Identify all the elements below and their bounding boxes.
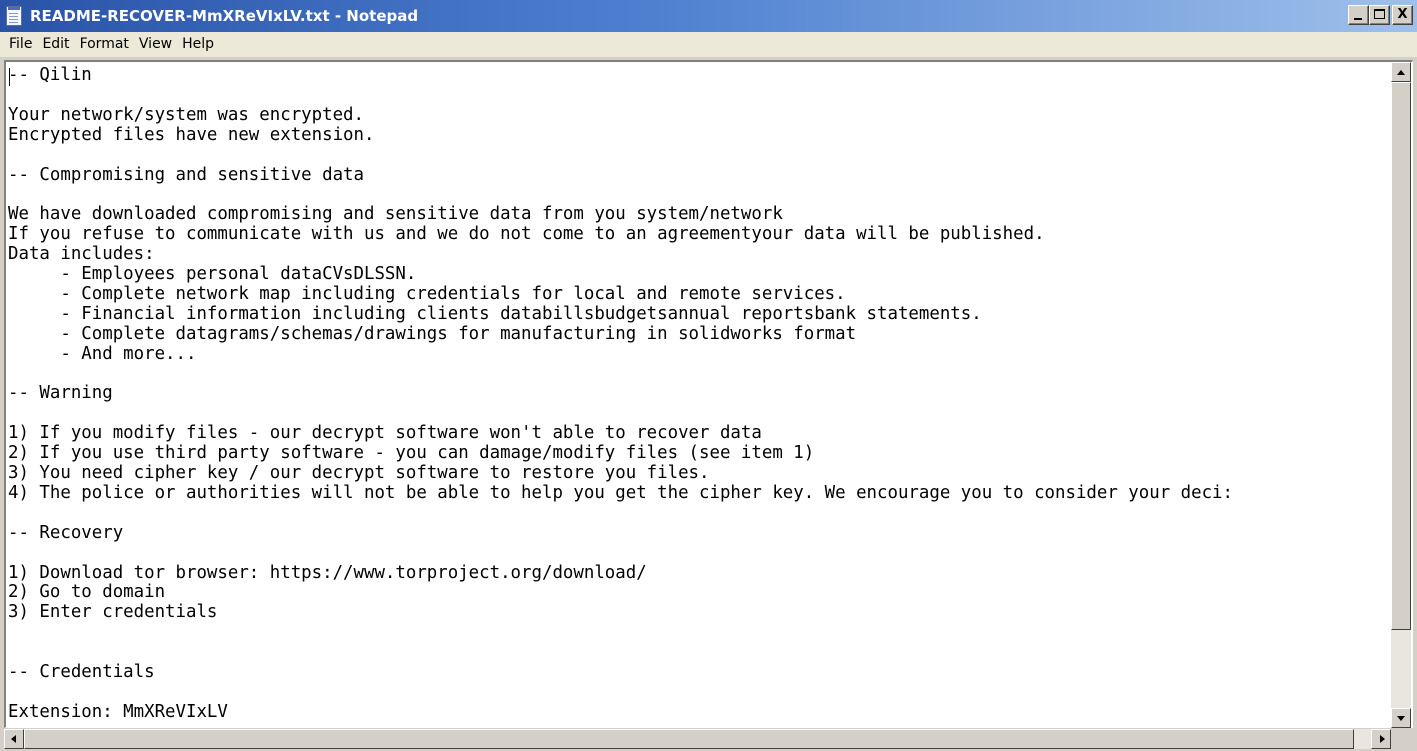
- text-line: -- Qilin: [8, 65, 92, 85]
- scroll-up-button[interactable]: [1391, 62, 1411, 82]
- vertical-scrollbar[interactable]: [1391, 62, 1411, 728]
- text-line: - Financial information including client…: [8, 303, 982, 324]
- notepad-window: README-RECOVER-MmXReVIxLV.txt - Notepad …: [0, 0, 1417, 751]
- text-line: -- Compromising and sensitive data: [8, 164, 364, 185]
- horizontal-scrollbar[interactable]: [4, 729, 1391, 749]
- vertical-scroll-thumb[interactable]: [1391, 82, 1411, 630]
- text-line: We have downloaded compromising and sens…: [8, 204, 783, 225]
- text-line: Data includes:: [8, 244, 155, 265]
- text-line: 4) The police or authorities will not be…: [8, 482, 1233, 503]
- arrow-down-icon: [1397, 716, 1405, 721]
- text-line: If you refuse to communicate with us and…: [8, 224, 1045, 245]
- text-line: -- Recovery: [8, 522, 124, 543]
- text-line: 3) You need cipher key / our decrypt sof…: [8, 463, 710, 483]
- text-line: 2) If you use third party software - you…: [8, 443, 815, 464]
- scroll-right-button[interactable]: [1371, 729, 1391, 749]
- menu-format[interactable]: Format: [75, 32, 134, 57]
- notepad-icon-line: [9, 13, 18, 14]
- menu-file[interactable]: File: [0, 32, 37, 57]
- menu-edit[interactable]: Edit: [37, 32, 74, 57]
- text-line: Extension: MmXReVIxLV: [8, 701, 228, 722]
- text-line: Your network/system was encrypted.: [8, 104, 364, 125]
- scroll-left-button[interactable]: [4, 729, 24, 749]
- minimize-icon: [1354, 18, 1362, 20]
- title-bar[interactable]: README-RECOVER-MmXReVIxLV.txt - Notepad …: [0, 0, 1417, 32]
- notepad-icon-line: [9, 22, 18, 23]
- notepad-icon-line: [9, 19, 18, 20]
- maximize-icon: [1374, 9, 1385, 19]
- text-editor[interactable]: -- Qilin Your network/system was encrypte…: [4, 60, 1413, 728]
- arrow-right-icon: [1380, 735, 1385, 743]
- notepad-icon[interactable]: [6, 6, 22, 26]
- text-line: -- Warning: [8, 383, 113, 404]
- notepad-icon-line: [9, 16, 18, 17]
- arrow-left-icon: [11, 735, 16, 743]
- document-text[interactable]: -- Qilin Your network/system was encrypte…: [8, 64, 1394, 727]
- text-line: Encrypted files have new extension.: [8, 124, 375, 145]
- window-title: README-RECOVER-MmXReVIxLV.txt - Notepad: [30, 7, 419, 25]
- text-line: - Complete datagrams/schemas/drawings fo…: [8, 323, 857, 344]
- text-line: 1) If you modify files - our decrypt sof…: [8, 423, 762, 444]
- menu-view[interactable]: View: [134, 32, 177, 57]
- menu-help[interactable]: Help: [177, 32, 219, 57]
- text-line: -- Credentials: [8, 662, 155, 682]
- arrow-up-icon: [1397, 70, 1405, 75]
- text-line: - Employees personal dataCVsDLSSN.: [8, 264, 417, 284]
- minimize-button[interactable]: [1348, 5, 1369, 25]
- text-line: - Complete network map including credent…: [8, 283, 846, 304]
- close-icon: X: [1397, 7, 1408, 22]
- scroll-down-button[interactable]: [1391, 708, 1411, 728]
- close-button[interactable]: X: [1392, 5, 1413, 25]
- size-grip: [1391, 729, 1413, 749]
- text-line: - And more...: [8, 343, 197, 364]
- maximize-button[interactable]: [1369, 5, 1390, 25]
- menu-bar: File Edit Format View Help: [0, 32, 1417, 57]
- horizontal-scroll-thumb[interactable]: [24, 729, 1354, 749]
- text-line: 3) Enter credentials: [8, 602, 218, 623]
- text-line: 1) Download tor browser: https://www.tor…: [8, 562, 647, 583]
- text-line: 2) Go to domain: [8, 582, 166, 603]
